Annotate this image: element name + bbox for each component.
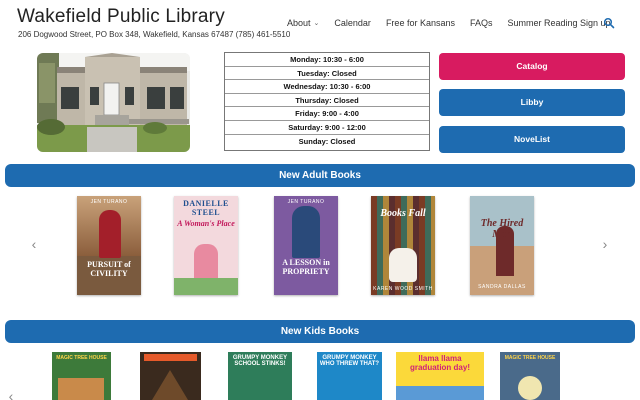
site-title[interactable]: Wakefield Public Library <box>17 6 225 28</box>
book-author: JEN TURANO <box>287 199 325 205</box>
book-cover[interactable]: GRUMPY MONKEY SCHOOL STINKS! <box>228 352 292 400</box>
book-cover[interactable]: llama llama graduation day! <box>396 352 484 400</box>
book-author: DANIELLE STEEL <box>183 199 229 217</box>
hours-row: Tuesday: Closed <box>225 67 429 81</box>
new-adult-books-header: New Adult Books <box>5 164 635 187</box>
book-cover[interactable] <box>140 352 201 400</box>
chevron-left-icon[interactable]: ‹ <box>6 388 16 400</box>
nav-calendar[interactable]: Calendar <box>334 18 371 28</box>
book-title: A Woman's Place <box>177 219 235 228</box>
site-address: 206 Dogwood Street, PO Box 348, Wakefiel… <box>18 30 291 39</box>
chevron-down-icon: ⌄ <box>313 20 320 27</box>
novelist-button[interactable]: NoveList <box>439 126 625 153</box>
book-title: GRUMPY MONKEY WHO THREW THAT? <box>319 355 380 367</box>
hours-row: Wednesday: 10:30 - 6:00 <box>225 80 429 94</box>
book-title: llama llama graduation day! <box>409 354 470 372</box>
book-title: The Hired Man <box>480 218 524 240</box>
book-title: A LESSON in PROPRIETY <box>282 258 330 276</box>
book-cover[interactable]: The Hired Man SANDRA DALLAS <box>470 196 534 295</box>
book-title: MAGIC TREE HOUSE <box>504 355 556 361</box>
book-title: MAGIC TREE HOUSE <box>56 355 107 361</box>
libby-button[interactable]: Libby <box>439 89 625 116</box>
catalog-button[interactable]: Catalog <box>439 53 625 80</box>
book-cover[interactable]: Books Fall KAREN WOOD SMITH <box>371 196 435 295</box>
book-title: PURSUIT of CIVILITY <box>87 260 131 278</box>
book-cover[interactable]: MAGIC TREE HOUSE <box>52 352 111 400</box>
book-cover[interactable]: DANIELLE STEEL A Woman's Place <box>174 196 238 295</box>
book-author: KAREN WOOD SMITH <box>373 286 433 292</box>
search-icon[interactable] <box>603 17 615 29</box>
book-author: JEN TURANO <box>90 199 128 205</box>
nav-about-label: About <box>287 18 311 28</box>
hours-row: Saturday: 9:00 - 12:00 <box>225 121 429 135</box>
book-cover[interactable]: JEN TURANO A LESSON in PROPRIETY <box>274 196 338 295</box>
library-hours-table: Monday: 10:30 - 6:00 Tuesday: Closed Wed… <box>224 52 430 151</box>
book-cover[interactable]: GRUMPY MONKEY WHO THREW THAT? <box>317 352 382 400</box>
hours-row: Monday: 10:30 - 6:00 <box>225 53 429 67</box>
nav-summer-reading[interactable]: Summer Reading Sign up <box>508 18 611 28</box>
hours-row: Thursday: Closed <box>225 94 429 108</box>
book-title: GRUMPY MONKEY SCHOOL STINKS! <box>232 355 288 367</box>
library-building-photo <box>37 53 190 152</box>
chevron-right-icon[interactable]: › <box>600 236 610 252</box>
hours-row: Sunday: Closed <box>298 136 356 146</box>
book-cover[interactable]: MAGIC TREE HOUSE <box>500 352 560 400</box>
chevron-left-icon[interactable]: ‹ <box>29 236 39 252</box>
new-kids-books-header: New Kids Books <box>5 320 635 343</box>
nav-free-for-kansans[interactable]: Free for Kansans <box>386 18 455 28</box>
hours-row: Friday: 9:00 - 4:00 <box>225 107 429 121</box>
book-title: Books Fall <box>380 208 426 219</box>
site-header: Wakefield Public Library 206 Dogwood Str… <box>0 0 640 50</box>
main-nav: About ⌄ Calendar Free for Kansans FAQs S… <box>287 18 626 28</box>
nav-faqs[interactable]: FAQs <box>470 18 493 28</box>
nav-about[interactable]: About ⌄ <box>287 18 319 28</box>
book-cover[interactable]: JEN TURANO PURSUIT of CIVILITY <box>77 196 141 295</box>
book-author: SANDRA DALLAS <box>478 284 526 290</box>
